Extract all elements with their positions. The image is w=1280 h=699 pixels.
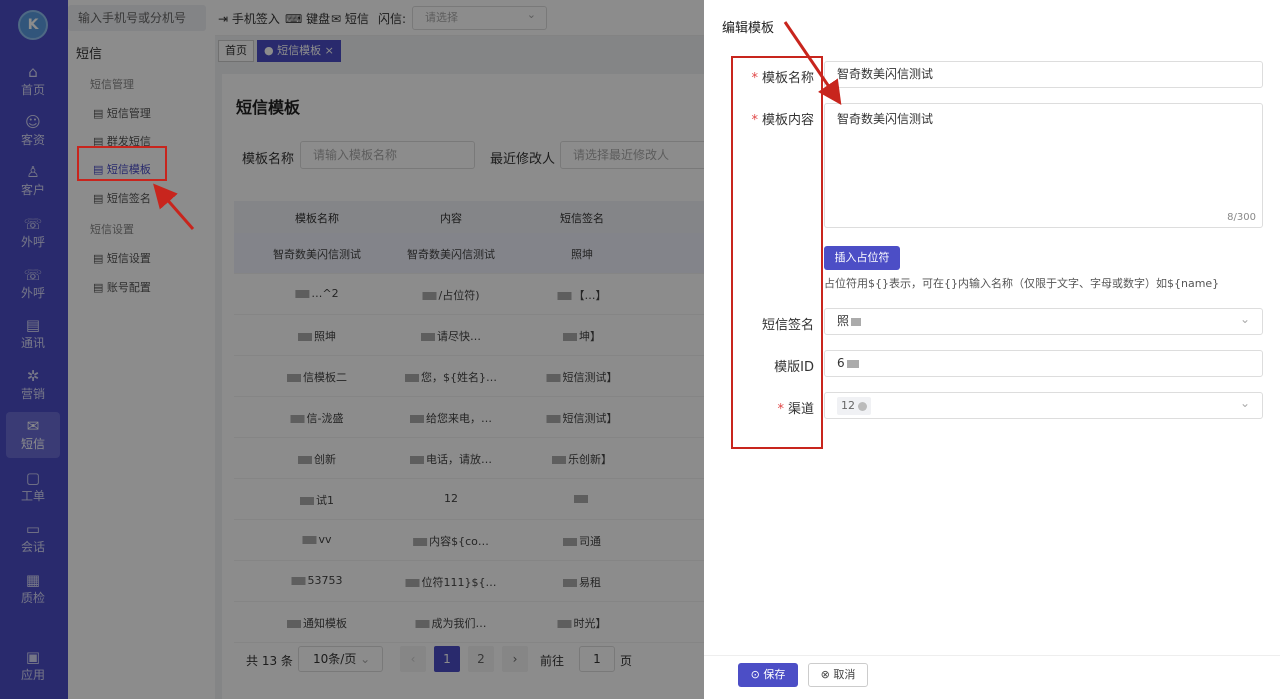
check-circle-icon: ⊙ <box>750 668 760 681</box>
channel-select[interactable]: 12 <box>824 391 1263 419</box>
template-id-input[interactable]: 6 <box>824 350 1263 377</box>
char-count: 8/300 <box>1227 212 1256 223</box>
placeholder-hint: 占位符用${}表示，可在{}内输入名称（仅限于文字、字母或数字）如${name} <box>824 277 1220 290</box>
redacted-block <box>851 317 862 326</box>
drawer-title: 编辑模板 <box>722 21 775 36</box>
cancel-button[interactable]: ⊗ 取消 <box>808 663 868 687</box>
redacted-block <box>846 359 859 368</box>
template-content-textarea[interactable]: 智奇数美闪信测试 8/300 <box>824 103 1263 228</box>
template-name-input[interactable]: 智奇数美闪信测试 <box>824 61 1263 88</box>
signature-select[interactable]: 照 <box>824 307 1263 335</box>
annotation-box-sidebar <box>77 146 167 181</box>
save-button[interactable]: ⊙ 保存 <box>738 663 798 687</box>
channel-tag: 12 <box>837 397 871 415</box>
close-circle-icon: ⊗ <box>820 668 830 681</box>
annotation-box-form <box>731 56 823 449</box>
modal-overlay[interactable] <box>0 0 704 699</box>
drawer-footer: ⊙ 保存 ⊗ 取消 <box>704 655 1280 699</box>
tag-close-icon[interactable] <box>858 401 867 411</box>
insert-placeholder-button[interactable]: 插入占位符 <box>824 246 900 270</box>
